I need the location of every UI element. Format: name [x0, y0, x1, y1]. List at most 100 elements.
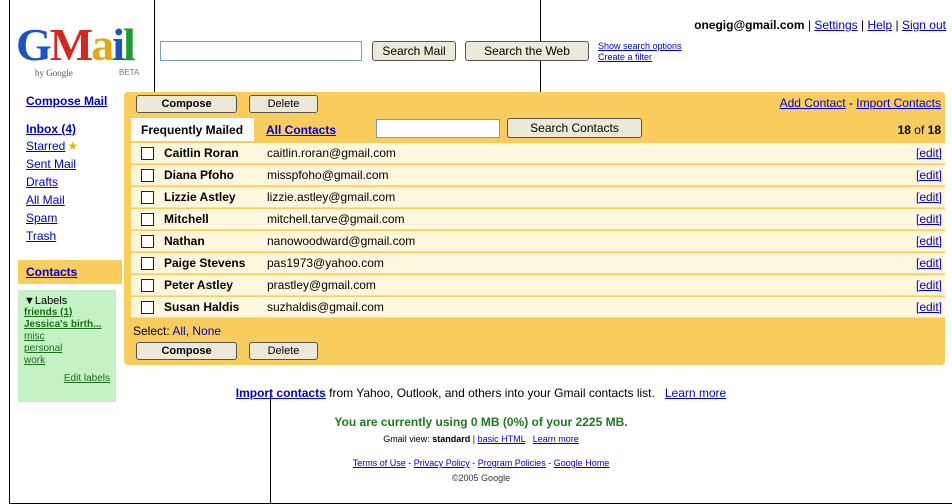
sidebar-item-contacts[interactable]: Contacts: [18, 260, 122, 284]
annotation-pointer: [270, 396, 271, 504]
label-jessicas-birthday[interactable]: Jessica's birth...: [24, 319, 110, 331]
label-misc[interactable]: misc: [24, 331, 110, 343]
edit-link[interactable]: [edit]: [916, 300, 942, 314]
search-input[interactable]: [160, 41, 362, 61]
sidebar-item-spam[interactable]: Spam: [26, 211, 57, 225]
compose-button-bottom[interactable]: Compose: [136, 342, 237, 360]
table-row[interactable]: Caitlin Roran caitlin.roran@gmail.com [e…: [131, 143, 945, 164]
contacts-count: 18 of 18: [897, 123, 941, 137]
privacy-link[interactable]: Privacy Policy: [414, 458, 470, 468]
account-bar: onegig@gmail.com | Settings | Help | Sig…: [694, 18, 946, 32]
search-contacts-input[interactable]: [376, 119, 500, 138]
table-row[interactable]: Lizzie Astley lizzie.astley@gmail.com [e…: [131, 187, 945, 208]
contact-email[interactable]: prastley@gmail.com: [267, 278, 376, 292]
search-mail-button[interactable]: Search Mail: [372, 41, 456, 61]
learn-more-view-link[interactable]: Learn more: [533, 434, 579, 444]
contact-email[interactable]: caitlin.roran@gmail.com: [267, 146, 396, 160]
row-checkbox[interactable]: [141, 301, 154, 314]
contact-email[interactable]: misspfoho@gmail.com: [267, 168, 389, 182]
row-checkbox[interactable]: [141, 279, 154, 292]
contacts-link[interactable]: Contacts: [26, 265, 77, 279]
sidebar-item-trash[interactable]: Trash: [26, 229, 56, 243]
select-all-link[interactable]: All: [172, 324, 185, 338]
contact-name[interactable]: Diana Pfoho: [164, 168, 234, 182]
table-row[interactable]: Paige Stevens pas1973@yahoo.com [edit]: [131, 253, 945, 274]
sidebar-item-inbox[interactable]: Inbox (4): [26, 122, 76, 136]
contact-email[interactable]: suzhaldis@gmail.com: [267, 300, 384, 314]
compose-button-top[interactable]: Compose: [136, 95, 237, 113]
copyright: ©2005 Google: [451, 473, 511, 483]
google-home-link[interactable]: Google Home: [554, 458, 610, 468]
table-row[interactable]: Susan Haldis suzhaldis@gmail.com [edit]: [131, 297, 945, 318]
edit-link[interactable]: [edit]: [916, 278, 942, 292]
select-none-link[interactable]: None: [192, 324, 221, 338]
account-email: onegig@gmail.com: [694, 18, 805, 32]
contact-email[interactable]: pas1973@yahoo.com: [267, 256, 384, 270]
edit-link[interactable]: [edit]: [916, 146, 942, 160]
logo-beta: BETA: [119, 68, 140, 77]
row-checkbox[interactable]: [141, 191, 154, 204]
contact-name[interactable]: Peter Astley: [164, 278, 233, 292]
help-link[interactable]: Help: [867, 18, 892, 32]
sidebar-item-sent[interactable]: Sent Mail: [26, 157, 76, 171]
gmail-view-bar: Gmail view: standard | basic HTML Learn …: [383, 434, 579, 444]
edit-link[interactable]: [edit]: [916, 168, 942, 182]
sidebar-item-all-mail[interactable]: All Mail: [26, 193, 65, 207]
learn-more-link[interactable]: Learn more: [665, 386, 726, 400]
tab-all-contacts[interactable]: All Contacts: [266, 123, 336, 137]
contacts-tabs: Frequently Mailed All Contacts Search Co…: [131, 118, 945, 141]
search-web-button[interactable]: Search the Web: [465, 41, 589, 61]
edit-link[interactable]: [edit]: [916, 234, 942, 248]
edit-labels-link[interactable]: Edit labels: [24, 373, 110, 385]
edit-link[interactable]: [edit]: [916, 212, 942, 226]
row-checkbox[interactable]: [141, 257, 154, 270]
sign-out-link[interactable]: Sign out: [902, 18, 946, 32]
contact-name[interactable]: Paige Stevens: [164, 256, 245, 270]
contact-name[interactable]: Nathan: [164, 234, 205, 248]
import-contacts-footer-link[interactable]: Import contacts: [236, 386, 326, 400]
contact-email[interactable]: lizzie.astley@gmail.com: [267, 190, 395, 204]
sidebar-item-drafts[interactable]: Drafts: [26, 175, 58, 189]
storage-usage: You are currently using 0 MB (0%) of you…: [334, 415, 628, 429]
logo-bygoogle: by Google: [35, 68, 73, 78]
import-contacts-link[interactable]: Import Contacts: [856, 96, 941, 110]
gmail-logo[interactable]: GMail by Google BETA: [16, 20, 148, 79]
labels-header[interactable]: ▼Labels: [24, 295, 110, 307]
footer-links: Terms of Use - Privacy Policy - Program …: [352, 458, 610, 468]
star-icon: ★: [67, 139, 79, 153]
search-contacts-button[interactable]: Search Contacts: [507, 118, 642, 138]
label-work[interactable]: work: [24, 355, 110, 367]
basic-html-link[interactable]: basic HTML: [478, 434, 526, 444]
label-personal[interactable]: personal: [24, 343, 110, 355]
sidebar-item-starred[interactable]: Starred ★: [26, 139, 78, 153]
table-row[interactable]: Peter Astley prastley@gmail.com [edit]: [131, 275, 945, 296]
table-row[interactable]: Nathan nanowoodward@gmail.com [edit]: [131, 231, 945, 252]
contact-name[interactable]: Lizzie Astley: [164, 190, 236, 204]
delete-button-top[interactable]: Delete: [249, 95, 318, 113]
edit-link[interactable]: [edit]: [916, 190, 942, 204]
label-friends[interactable]: friends (1): [24, 307, 110, 319]
row-checkbox[interactable]: [141, 169, 154, 182]
create-filter-link[interactable]: Create a filter: [598, 52, 652, 62]
row-checkbox[interactable]: [141, 213, 154, 226]
contact-name[interactable]: Caitlin Roran: [164, 146, 239, 160]
show-search-options-link[interactable]: Show search options: [598, 41, 682, 51]
table-row[interactable]: Mitchell mitchell.tarve@gmail.com [edit]: [131, 209, 945, 230]
compose-mail-link[interactable]: Compose Mail: [26, 94, 107, 108]
delete-button-bottom[interactable]: Delete: [249, 342, 318, 360]
tab-frequently-mailed[interactable]: Frequently Mailed: [131, 118, 254, 141]
contact-email[interactable]: nanowoodward@gmail.com: [267, 234, 415, 248]
contact-email[interactable]: mitchell.tarve@gmail.com: [267, 212, 405, 226]
table-row[interactable]: Diana Pfoho misspfoho@gmail.com [edit]: [131, 165, 945, 186]
settings-link[interactable]: Settings: [814, 18, 857, 32]
row-checkbox[interactable]: [141, 147, 154, 160]
program-policies-link[interactable]: Program Policies: [478, 458, 546, 468]
add-contact-link[interactable]: Add Contact: [780, 96, 846, 110]
row-checkbox[interactable]: [141, 235, 154, 248]
select-bar: Select: All, None: [133, 324, 222, 338]
edit-link[interactable]: [edit]: [916, 256, 942, 270]
contact-name[interactable]: Mitchell: [164, 212, 209, 226]
terms-link[interactable]: Terms of Use: [353, 458, 406, 468]
contact-actions: Add Contact - Import Contacts: [779, 96, 941, 110]
contact-name[interactable]: Susan Haldis: [164, 300, 239, 314]
